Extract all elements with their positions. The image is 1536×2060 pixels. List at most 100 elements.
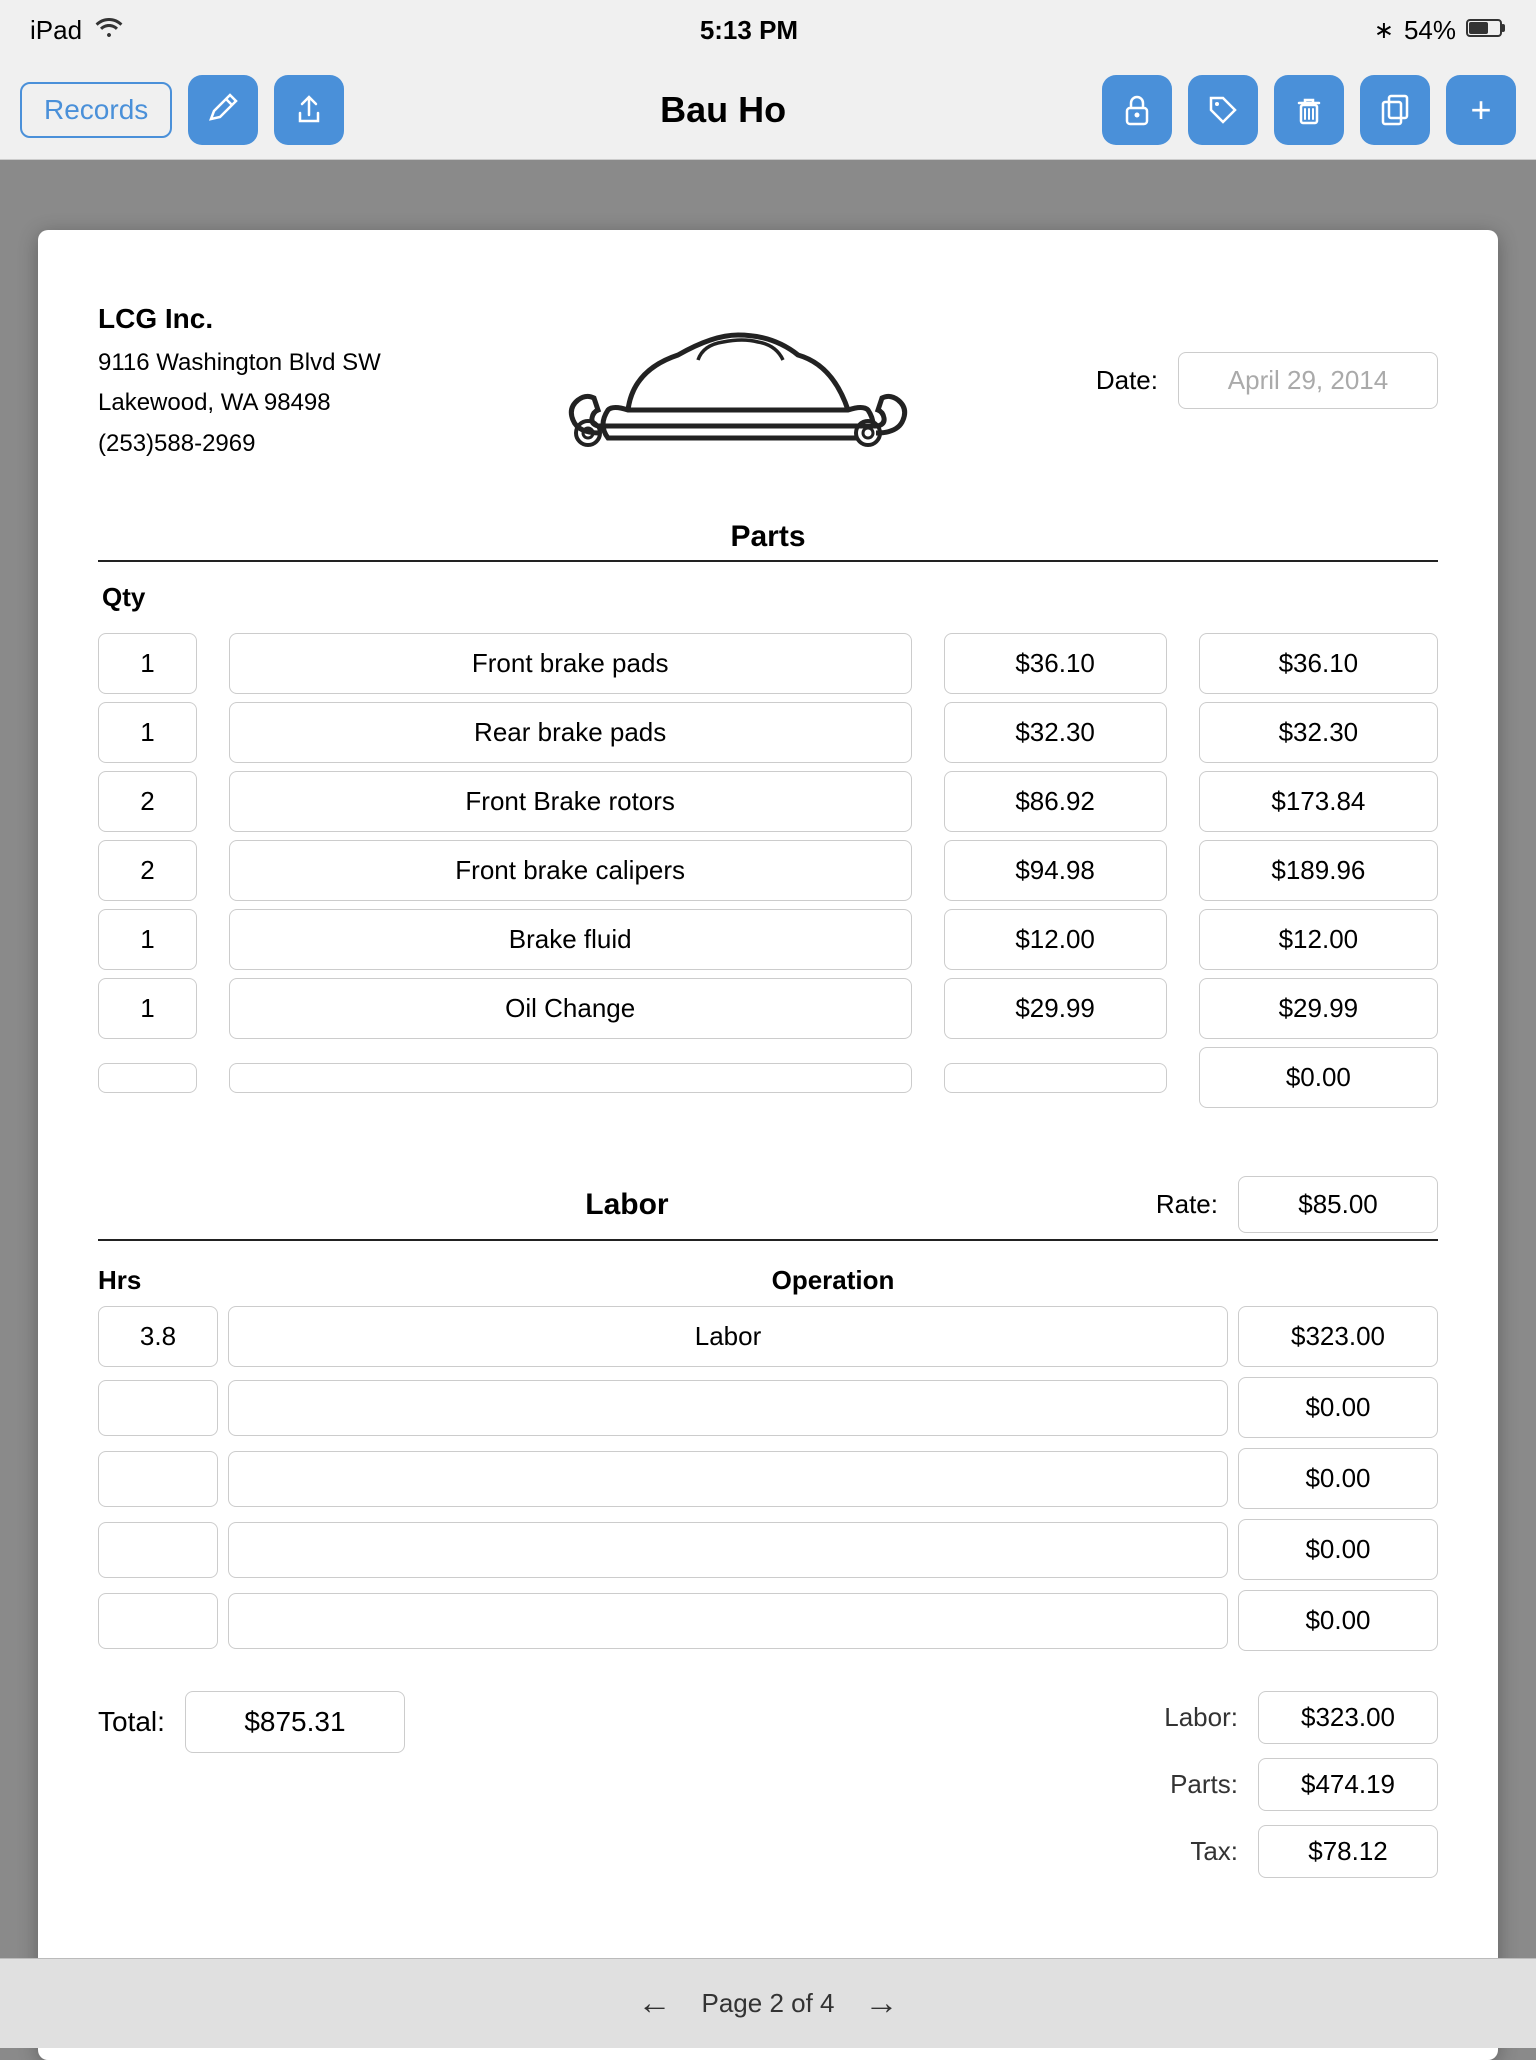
copy-button[interactable]: [1360, 75, 1430, 145]
part-total-1[interactable]: $32.30: [1199, 702, 1438, 763]
labor-total-3[interactable]: $0.00: [1238, 1519, 1438, 1580]
add-button[interactable]: +: [1446, 75, 1516, 145]
labor-row: 3.8 Labor $323.00: [98, 1306, 1438, 1367]
labor-op-4[interactable]: [228, 1593, 1228, 1649]
operation-header: Operation: [228, 1265, 1438, 1296]
total-label: Total:: [98, 1706, 165, 1738]
nav-bar: Records Bau Ho: [0, 60, 1536, 160]
nav-right: +: [1102, 75, 1516, 145]
tag-button[interactable]: [1188, 75, 1258, 145]
parts-row: 1 Brake fluid $12.00 $12.00: [98, 909, 1438, 970]
status-bar-time: 5:13 PM: [700, 15, 798, 46]
pen-button[interactable]: [188, 75, 258, 145]
date-value[interactable]: April 29, 2014: [1178, 352, 1438, 409]
parts-row: 1 Front brake pads $36.10 $36.10: [98, 633, 1438, 694]
total-value[interactable]: $875.31: [185, 1691, 405, 1753]
labor-op-2[interactable]: [228, 1451, 1228, 1507]
battery-label: 54%: [1404, 15, 1456, 46]
part-desc-0[interactable]: Front brake pads: [229, 633, 912, 694]
parts-summary-row: Parts: $474.19: [1138, 1758, 1438, 1811]
part-price-2[interactable]: $86.92: [944, 771, 1167, 832]
trash-button[interactable]: [1274, 75, 1344, 145]
labor-summary-label: Labor:: [1138, 1702, 1238, 1733]
part-qty-3[interactable]: 2: [98, 840, 197, 901]
tax-summary-value[interactable]: $78.12: [1258, 1825, 1438, 1878]
share-button[interactable]: [274, 75, 344, 145]
page-indicator: Page 2 of 4: [702, 1988, 835, 2019]
parts-summary-label: Parts:: [1138, 1769, 1238, 1800]
labor-summary-row: Labor: $323.00: [1138, 1691, 1438, 1744]
parts-row: 1 Rear brake pads $32.30 $32.30: [98, 702, 1438, 763]
part-total-6[interactable]: $0.00: [1199, 1047, 1438, 1108]
part-desc-1[interactable]: Rear brake pads: [229, 702, 912, 763]
car-logo: [381, 280, 1096, 480]
labor-total-2[interactable]: $0.00: [1238, 1448, 1438, 1509]
battery-icon: [1466, 15, 1506, 46]
part-desc-5[interactable]: Oil Change: [229, 978, 912, 1039]
company-name: LCG Inc.: [98, 295, 381, 343]
lock-button[interactable]: [1102, 75, 1172, 145]
part-total-5[interactable]: $29.99: [1199, 978, 1438, 1039]
labor-hrs-0[interactable]: 3.8: [98, 1306, 218, 1367]
part-qty-5[interactable]: 1: [98, 978, 197, 1039]
rate-label: Rate:: [1156, 1189, 1218, 1220]
labor-section: Labor Rate: $85.00 Hrs Operation 3.8 Lab…: [98, 1176, 1438, 1878]
labor-total-4[interactable]: $0.00: [1238, 1590, 1438, 1651]
labor-hrs-4[interactable]: [98, 1593, 218, 1649]
part-desc-3[interactable]: Front brake calipers: [229, 840, 912, 901]
parts-row: 2 Front Brake rotors $86.92 $173.84: [98, 771, 1438, 832]
part-desc-4[interactable]: Brake fluid: [229, 909, 912, 970]
part-desc-2[interactable]: Front Brake rotors: [229, 771, 912, 832]
parts-row: 1 Oil Change $29.99 $29.99: [98, 978, 1438, 1039]
device-label: iPad: [30, 15, 82, 46]
part-price-4[interactable]: $12.00: [944, 909, 1167, 970]
labor-op-0[interactable]: Labor: [228, 1306, 1228, 1367]
labor-summary-value[interactable]: $323.00: [1258, 1691, 1438, 1744]
date-section: Date: April 29, 2014: [1096, 352, 1438, 409]
part-qty-1[interactable]: 1: [98, 702, 197, 763]
parts-row: 2 Front brake calipers $94.98 $189.96: [98, 840, 1438, 901]
labor-hrs-2[interactable]: [98, 1451, 218, 1507]
wifi-icon: [94, 15, 124, 46]
qty-header: Qty: [98, 582, 1438, 613]
prev-page-button[interactable]: ←: [638, 1984, 672, 2023]
parts-summary-value[interactable]: $474.19: [1258, 1758, 1438, 1811]
part-price-6[interactable]: [944, 1063, 1167, 1093]
labor-op-1[interactable]: [228, 1380, 1228, 1436]
part-price-0[interactable]: $36.10: [944, 633, 1167, 694]
part-total-4[interactable]: $12.00: [1199, 909, 1438, 970]
labor-total-0[interactable]: $323.00: [1238, 1306, 1438, 1367]
part-total-0[interactable]: $36.10: [1199, 633, 1438, 694]
company-address2: Lakewood, WA 98498: [98, 383, 381, 424]
parts-row: $0.00: [98, 1047, 1438, 1108]
document: LCG Inc. 9116 Washington Blvd SW Lakewoo…: [38, 230, 1498, 2060]
tax-summary-label: Tax:: [1138, 1836, 1238, 1867]
part-total-3[interactable]: $189.96: [1199, 840, 1438, 901]
labor-header-row: Labor Rate: $85.00: [98, 1176, 1438, 1233]
next-page-button[interactable]: →: [865, 1984, 899, 2023]
part-qty-0[interactable]: 1: [98, 633, 197, 694]
part-qty-2[interactable]: 2: [98, 771, 197, 832]
part-qty-4[interactable]: 1: [98, 909, 197, 970]
part-total-2[interactable]: $173.84: [1199, 771, 1438, 832]
labor-hrs-3[interactable]: [98, 1522, 218, 1578]
part-price-3[interactable]: $94.98: [944, 840, 1167, 901]
company-info: LCG Inc. 9116 Washington Blvd SW Lakewoo…: [98, 295, 381, 465]
part-price-1[interactable]: $32.30: [944, 702, 1167, 763]
total-left: Total: $875.31: [98, 1691, 405, 1753]
parts-section: Parts Qty 1 Front brake pads $36.10 $36.…: [98, 520, 1438, 1116]
labor-op-3[interactable]: [228, 1522, 1228, 1578]
status-bar: iPad 5:13 PM ∗ 54%: [0, 0, 1536, 60]
rate-section: Rate: $85.00: [1156, 1176, 1438, 1233]
part-desc-6[interactable]: [229, 1063, 912, 1093]
rate-value[interactable]: $85.00: [1238, 1176, 1438, 1233]
summary-section: Total: $875.31 Labor: $323.00 Parts: $47…: [98, 1691, 1438, 1878]
parts-title: Parts: [98, 520, 1438, 554]
part-qty-6[interactable]: [98, 1063, 197, 1093]
records-button[interactable]: Records: [20, 82, 172, 138]
summary-right: Labor: $323.00 Parts: $474.19 Tax: $78.1…: [1138, 1691, 1438, 1878]
labor-hrs-1[interactable]: [98, 1380, 218, 1436]
labor-row: $0.00: [98, 1519, 1438, 1580]
labor-total-1[interactable]: $0.00: [1238, 1377, 1438, 1438]
part-price-5[interactable]: $29.99: [944, 978, 1167, 1039]
